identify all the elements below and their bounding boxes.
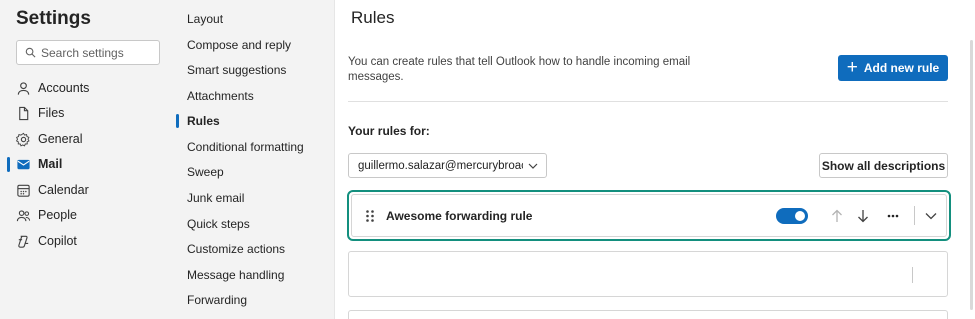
more-options-button[interactable] bbox=[885, 208, 901, 224]
mail-settings-nav: Layout Compose and reply Smart suggestio… bbox=[172, 0, 335, 319]
rules-panel: Rules You can create rules that tell Out… bbox=[336, 0, 975, 319]
people-icon bbox=[16, 209, 31, 221]
divider bbox=[348, 101, 948, 102]
mail-nav-compose-and-reply[interactable]: Compose and reply bbox=[187, 36, 291, 54]
toggle-knob bbox=[795, 211, 805, 221]
nav-general-label: General bbox=[38, 132, 83, 146]
more-icon bbox=[887, 214, 899, 218]
nav-accounts-label: Accounts bbox=[38, 81, 90, 95]
mail-nav-sweep[interactable]: Sweep bbox=[187, 163, 224, 181]
chevron-down-icon bbox=[925, 213, 937, 220]
rule-enabled-toggle[interactable] bbox=[776, 208, 808, 224]
nav-mail-label: Mail bbox=[38, 157, 63, 171]
nav-people[interactable]: People bbox=[16, 204, 77, 226]
separator bbox=[912, 267, 913, 283]
settings-title: Settings bbox=[16, 8, 91, 29]
active-indicator bbox=[7, 157, 10, 172]
account-dropdown-value: guillermo.salazar@mercurybroac bbox=[358, 159, 523, 172]
expand-rule-button[interactable] bbox=[923, 208, 939, 224]
rules-description: You can create rules that tell Outlook h… bbox=[348, 56, 691, 83]
settings-sidebar: Settings Accounts Files General Mail Cal… bbox=[0, 0, 172, 319]
rule-name: Awesome forwarding rule bbox=[386, 209, 533, 223]
search-icon bbox=[25, 47, 36, 58]
rules-for-label: Your rules for: bbox=[348, 124, 430, 138]
mail-icon bbox=[17, 159, 30, 169]
arrow-up-icon bbox=[832, 209, 842, 222]
nav-copilot[interactable]: Copilot bbox=[16, 230, 77, 252]
empty-rule-slot bbox=[348, 251, 948, 297]
mail-nav-attachments[interactable]: Attachments bbox=[187, 87, 254, 105]
nav-files-label: Files bbox=[38, 106, 65, 120]
show-all-descriptions-button[interactable]: Show all descriptions bbox=[819, 153, 948, 178]
nav-files[interactable]: Files bbox=[16, 102, 64, 124]
mail-nav-layout[interactable]: Layout bbox=[187, 10, 223, 28]
scrollbar[interactable] bbox=[970, 40, 973, 310]
gear-icon bbox=[16, 132, 30, 147]
mail-nav-active-indicator bbox=[176, 114, 179, 128]
mail-nav-junk-email[interactable]: Junk email bbox=[187, 189, 244, 207]
mail-nav-smart-suggestions[interactable]: Smart suggestions bbox=[187, 61, 286, 79]
mail-nav-quick-steps[interactable]: Quick steps bbox=[187, 215, 250, 233]
search-settings-box[interactable] bbox=[16, 40, 160, 65]
nav-accounts[interactable]: Accounts bbox=[16, 77, 89, 99]
drag-handle-icon[interactable] bbox=[365, 209, 375, 223]
add-new-rule-label: Add new rule bbox=[863, 61, 940, 75]
arrow-down-icon bbox=[858, 210, 868, 223]
mail-nav-rules[interactable]: Rules bbox=[187, 112, 220, 130]
person-icon bbox=[17, 81, 30, 95]
add-new-rule-button[interactable]: + Add new rule bbox=[838, 55, 948, 81]
separator bbox=[914, 206, 915, 225]
rule-item-inner: Awesome forwarding rule bbox=[351, 194, 947, 237]
move-down-button[interactable] bbox=[855, 208, 871, 224]
rule-item[interactable]: Awesome forwarding rule bbox=[347, 190, 951, 241]
empty-rule-slot bbox=[348, 310, 948, 319]
chevron-down-icon bbox=[528, 163, 538, 169]
page-title: Rules bbox=[351, 8, 395, 27]
mail-nav-message-handling[interactable]: Message handling bbox=[187, 266, 284, 284]
nav-mail[interactable]: Mail bbox=[16, 153, 62, 175]
calendar-icon bbox=[17, 184, 30, 197]
nav-general[interactable]: General bbox=[16, 128, 82, 150]
copilot-icon bbox=[18, 235, 29, 248]
mail-nav-conditional-formatting[interactable]: Conditional formatting bbox=[187, 138, 304, 156]
search-input[interactable] bbox=[41, 45, 151, 60]
move-up-button[interactable] bbox=[829, 208, 845, 224]
mail-nav-forwarding[interactable]: Forwarding bbox=[187, 291, 247, 309]
nav-people-label: People bbox=[38, 208, 77, 222]
account-dropdown[interactable]: guillermo.salazar@mercurybroac bbox=[348, 153, 547, 178]
plus-icon: + bbox=[846, 56, 858, 78]
file-icon bbox=[19, 106, 29, 120]
nav-copilot-label: Copilot bbox=[38, 234, 77, 248]
nav-calendar[interactable]: Calendar bbox=[16, 179, 89, 201]
nav-calendar-label: Calendar bbox=[38, 183, 89, 197]
mail-nav-customize-actions[interactable]: Customize actions bbox=[187, 240, 285, 258]
